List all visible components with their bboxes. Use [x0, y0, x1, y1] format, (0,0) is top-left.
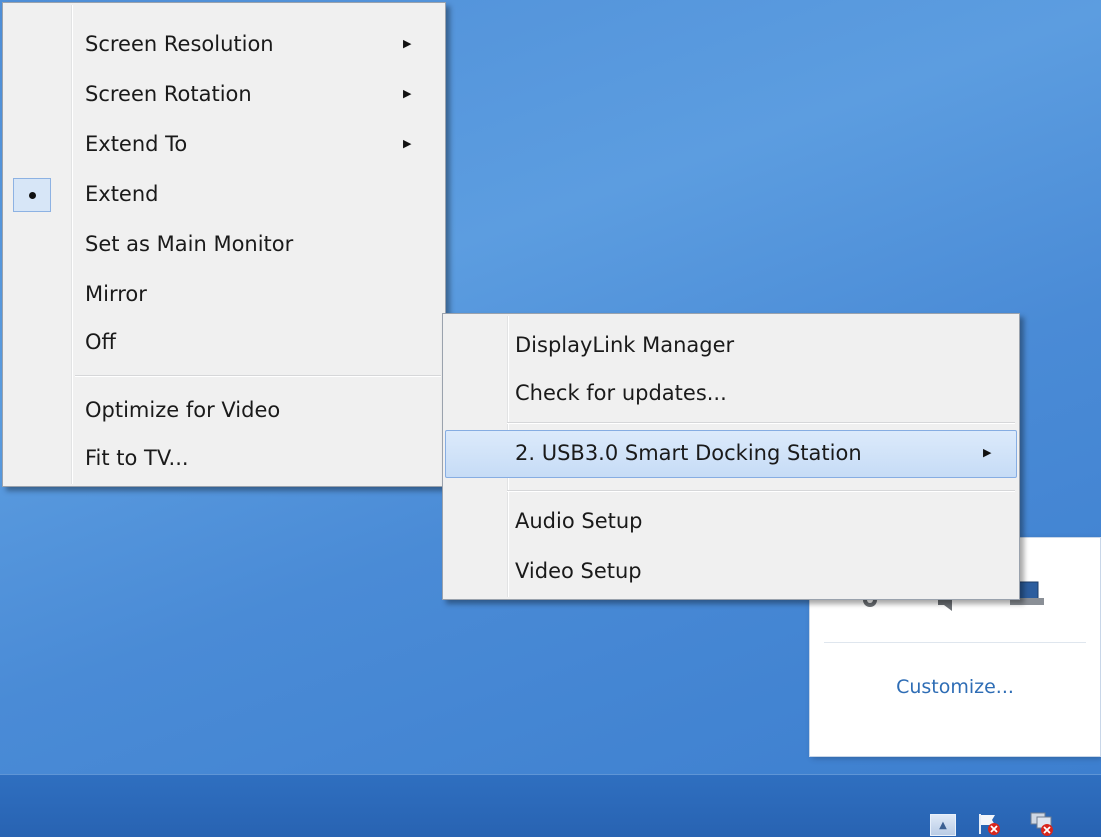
menu-separator — [75, 375, 441, 377]
menu-item-label: Check for updates... — [515, 381, 727, 405]
menu-item-label: Screen Resolution — [85, 32, 274, 56]
menu-item-fit-to-tv[interactable]: Fit to TV... — [5, 435, 443, 481]
bullet-icon — [28, 191, 36, 199]
submenu-arrow-icon: ▶ — [403, 137, 412, 150]
menu-item-usb3-smart-docking-station[interactable]: 2. USB3.0 Smart Docking Station ▶ — [445, 430, 1017, 478]
menu-item-extend-to[interactable]: Extend To ▶ — [5, 121, 443, 167]
menu-item-label: Extend — [85, 182, 159, 206]
menu-item-label: Audio Setup — [515, 509, 643, 533]
menu-item-label: Fit to TV... — [85, 446, 189, 470]
radio-check-indicator — [13, 178, 51, 212]
menu-item-check-for-updates[interactable]: Check for updates... — [445, 370, 1017, 416]
menu-item-label: Video Setup — [515, 559, 642, 583]
menu-item-video-setup[interactable]: Video Setup — [445, 548, 1017, 594]
monitor-submenu: Screen Resolution ▶ Screen Rotation ▶ Ex… — [2, 2, 446, 487]
menu-separator — [507, 490, 1015, 492]
menu-item-label: Optimize for Video — [85, 398, 281, 422]
menu-item-audio-setup[interactable]: Audio Setup — [445, 498, 1017, 544]
overflow-divider — [824, 642, 1086, 643]
displaylink-tray-menu: DisplayLink Manager Check for updates...… — [442, 313, 1020, 600]
customize-link[interactable]: Customize... — [810, 676, 1100, 698]
network-error-icon[interactable] — [1028, 810, 1054, 836]
submenu-arrow-icon: ▶ — [403, 87, 412, 100]
menu-item-optimize-for-video[interactable]: Optimize for Video — [5, 387, 443, 433]
menu-separator — [507, 422, 1015, 424]
submenu-arrow-icon: ▶ — [403, 37, 412, 50]
menu-item-set-as-main-monitor[interactable]: Set as Main Monitor — [5, 221, 443, 267]
menu-item-screen-resolution[interactable]: Screen Resolution ▶ — [5, 21, 443, 67]
chevron-up-icon: ▲ — [939, 819, 947, 831]
submenu-arrow-icon: ▶ — [983, 446, 992, 459]
menu-item-label: Screen Rotation — [85, 82, 252, 106]
menu-item-mirror[interactable]: Mirror — [5, 271, 443, 317]
menu-item-label: 2. USB3.0 Smart Docking Station — [515, 441, 862, 465]
menu-item-label: Mirror — [85, 282, 147, 306]
menu-item-label: Set as Main Monitor — [85, 232, 294, 256]
action-center-flag-icon[interactable] — [975, 812, 1001, 836]
menu-item-extend[interactable]: Extend — [5, 171, 443, 217]
show-hidden-icons-button[interactable]: ▲ — [930, 814, 956, 836]
menu-item-label: Extend To — [85, 132, 188, 156]
menu-item-label: DisplayLink Manager — [515, 333, 735, 357]
menu-item-screen-rotation[interactable]: Screen Rotation ▶ — [5, 71, 443, 117]
menu-item-off[interactable]: Off — [5, 319, 443, 365]
menu-item-displaylink-manager[interactable]: DisplayLink Manager — [445, 322, 1017, 368]
menu-item-label: Off — [85, 330, 116, 354]
